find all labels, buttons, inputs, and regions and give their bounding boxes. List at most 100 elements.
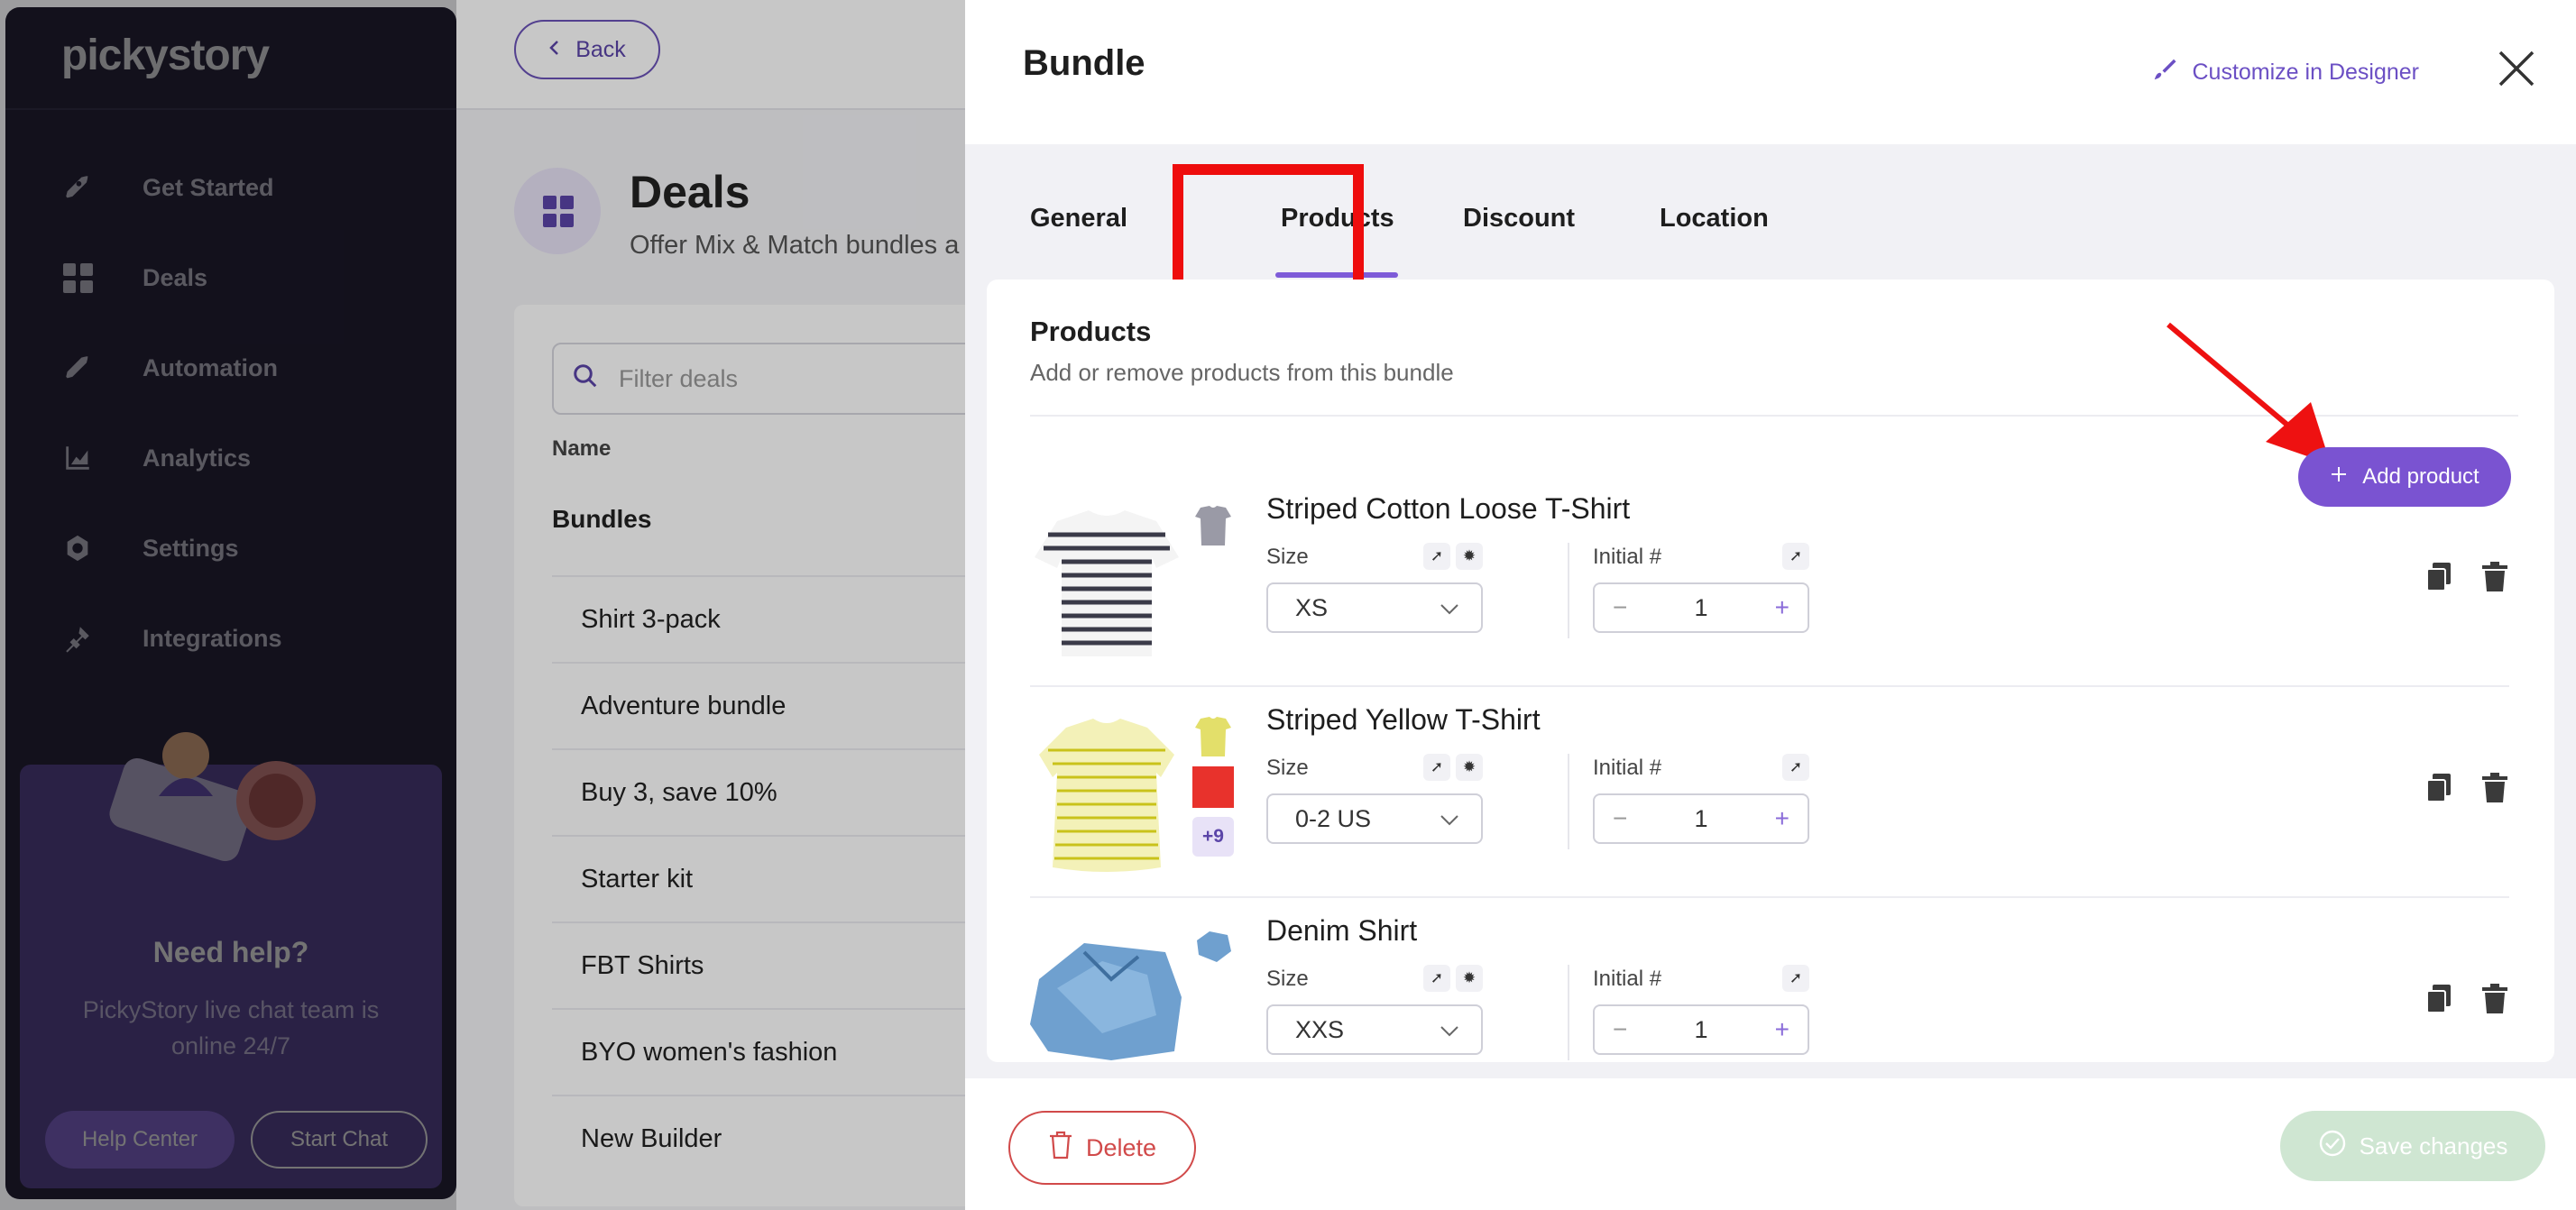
sidebar-item-analytics[interactable]: Analytics <box>61 413 282 503</box>
help-subtitle: PickyStory live chat team is online 24/7 <box>82 996 380 1059</box>
sidebar-item-label: Settings <box>143 534 239 562</box>
variant-thumbnail[interactable] <box>1192 766 1234 808</box>
gear-icon[interactable]: ✹ <box>1456 543 1483 570</box>
row-divider <box>1030 896 2509 898</box>
tab-location[interactable]: Location <box>1660 204 1769 234</box>
trash-icon[interactable] <box>2480 772 2509 809</box>
check-circle-icon <box>2318 1129 2347 1164</box>
search-icon <box>572 362 599 396</box>
more-variants-badge[interactable]: +9 <box>1192 817 1234 857</box>
minus-button[interactable]: − <box>1613 593 1627 622</box>
product-row: +9 Striped Yellow T-Shirt Size ➚ ✹ Initi… <box>1030 703 2509 914</box>
tab-general[interactable]: General <box>1030 204 1127 234</box>
save-changes-button[interactable]: Save changes <box>2280 1111 2545 1181</box>
help-center-button[interactable]: Help Center <box>45 1111 235 1169</box>
gear-icon[interactable]: ✹ <box>1456 965 1483 992</box>
support-illustration-icon <box>109 732 316 862</box>
chevron-down-icon <box>1440 1016 1459 1044</box>
cursor-icon[interactable]: ➚ <box>1423 543 1450 570</box>
group-label-bundles: Bundles <box>552 505 652 533</box>
row-actions <box>2424 983 2509 1020</box>
variant-thumbnails: +9 <box>1192 714 1234 857</box>
product-name: Denim Shirt <box>1266 914 1418 947</box>
size-label: Size <box>1266 545 1309 569</box>
field-separator <box>1568 965 1569 1060</box>
size-value: 0-2 US <box>1295 804 1372 832</box>
delete-label: Delete <box>1085 1133 1157 1161</box>
back-label: Back <box>575 36 626 62</box>
gear-icon[interactable]: ✹ <box>1456 754 1483 781</box>
cursor-icon[interactable]: ➚ <box>1423 965 1450 992</box>
close-icon[interactable] <box>2495 49 2538 92</box>
plus-button[interactable]: + <box>1775 1015 1789 1044</box>
sidebar-item-label: Integrations <box>143 624 282 652</box>
sidebar-item-label: Automation <box>143 353 278 381</box>
size-select[interactable]: 0-2 US <box>1266 793 1483 844</box>
quantity-value[interactable]: 1 <box>1694 805 1707 833</box>
drawer-footer: Delete Save changes <box>965 1078 2576 1210</box>
column-header-name[interactable]: Name <box>552 436 611 462</box>
plus-button[interactable]: + <box>1775 804 1789 833</box>
quantity-value[interactable]: 1 <box>1694 594 1707 622</box>
delete-button[interactable]: Delete <box>1008 1111 1196 1185</box>
add-product-label: Add product <box>2362 464 2479 489</box>
cursor-icon[interactable]: ➚ <box>1423 754 1450 781</box>
sidebar-item-get-started[interactable]: Get Started <box>61 142 282 233</box>
size-select[interactable]: XS <box>1266 582 1483 633</box>
sidebar: pickystory Get Started Deals Automation <box>5 7 456 1199</box>
duplicate-icon[interactable] <box>2424 561 2453 598</box>
deals-page-icon <box>514 168 601 254</box>
drawer-title: Bundle <box>1023 43 1145 83</box>
products-section-title: Products <box>1030 316 1152 347</box>
minus-button[interactable]: − <box>1613 804 1627 833</box>
size-select[interactable]: XXS <box>1266 1004 1483 1055</box>
app: pickystory Get Started Deals Automation <box>0 0 2576 1210</box>
product-name: Striped Yellow T-Shirt <box>1266 703 1541 736</box>
product-name: Striped Cotton Loose T-Shirt <box>1266 492 1631 525</box>
variant-thumbnail[interactable] <box>1192 925 1234 970</box>
bundle-drawer: Bundle Customize in Designer General Pro… <box>965 0 2576 1210</box>
trash-icon <box>1048 1131 1073 1166</box>
sidebar-item-settings[interactable]: Settings <box>61 503 282 593</box>
tab-discount[interactable]: Discount <box>1463 204 1575 234</box>
product-row: Denim Shirt Size ➚ ✹ Initial # ➚ XXS − 1… <box>1030 914 2509 1062</box>
variant-thumbnails <box>1192 503 1234 555</box>
page-subtitle: Offer Mix & Match bundles a <box>630 231 960 260</box>
cursor-icon[interactable]: ➚ <box>1782 965 1809 992</box>
cursor-icon[interactable]: ➚ <box>1782 543 1809 570</box>
gear-icon <box>61 532 94 564</box>
row-actions <box>2424 561 2509 598</box>
start-chat-button[interactable]: Start Chat <box>251 1111 428 1169</box>
quantity-value[interactable]: 1 <box>1694 1016 1707 1044</box>
rocket-icon <box>61 171 94 204</box>
sidebar-item-integrations[interactable]: Integrations <box>61 593 282 683</box>
duplicate-icon[interactable] <box>2424 772 2453 809</box>
product-row: Striped Cotton Loose T-Shirt Size ➚ ✹ In… <box>1030 492 2509 703</box>
grid-icon <box>61 261 94 294</box>
save-label: Save changes <box>2359 1132 2508 1160</box>
quantity-stepper[interactable]: − 1 + <box>1593 1004 1809 1055</box>
sidebar-item-automation[interactable]: Automation <box>61 323 282 413</box>
plus-button[interactable]: + <box>1775 593 1789 622</box>
sidebar-item-deals[interactable]: Deals <box>61 233 282 323</box>
quantity-stepper[interactable]: − 1 + <box>1593 582 1809 633</box>
duplicate-icon[interactable] <box>2424 983 2453 1020</box>
chevron-down-icon <box>1440 594 1459 622</box>
products-section-subtitle: Add or remove products from this bundle <box>1030 359 1454 386</box>
cursor-icon[interactable]: ➚ <box>1782 754 1809 781</box>
sidebar-item-label: Get Started <box>143 173 274 201</box>
sidebar-item-label: Analytics <box>143 444 252 472</box>
trash-icon[interactable] <box>2480 983 2509 1020</box>
minus-button[interactable]: − <box>1613 1015 1627 1044</box>
sidebar-nav: Get Started Deals Automation Analytics S… <box>61 142 282 683</box>
rocket-icon <box>61 352 94 384</box>
variant-thumbnail[interactable] <box>1192 503 1234 548</box>
variant-thumbnail[interactable] <box>1192 714 1234 759</box>
customize-label: Customize in Designer <box>2192 60 2420 85</box>
trash-icon[interactable] <box>2480 561 2509 598</box>
customize-in-designer-link[interactable]: Customize in Designer <box>2151 56 2420 89</box>
quantity-stepper[interactable]: − 1 + <box>1593 793 1809 844</box>
size-value: XS <box>1295 593 1329 621</box>
field-separator <box>1568 754 1569 849</box>
back-button[interactable]: Back <box>514 20 660 79</box>
